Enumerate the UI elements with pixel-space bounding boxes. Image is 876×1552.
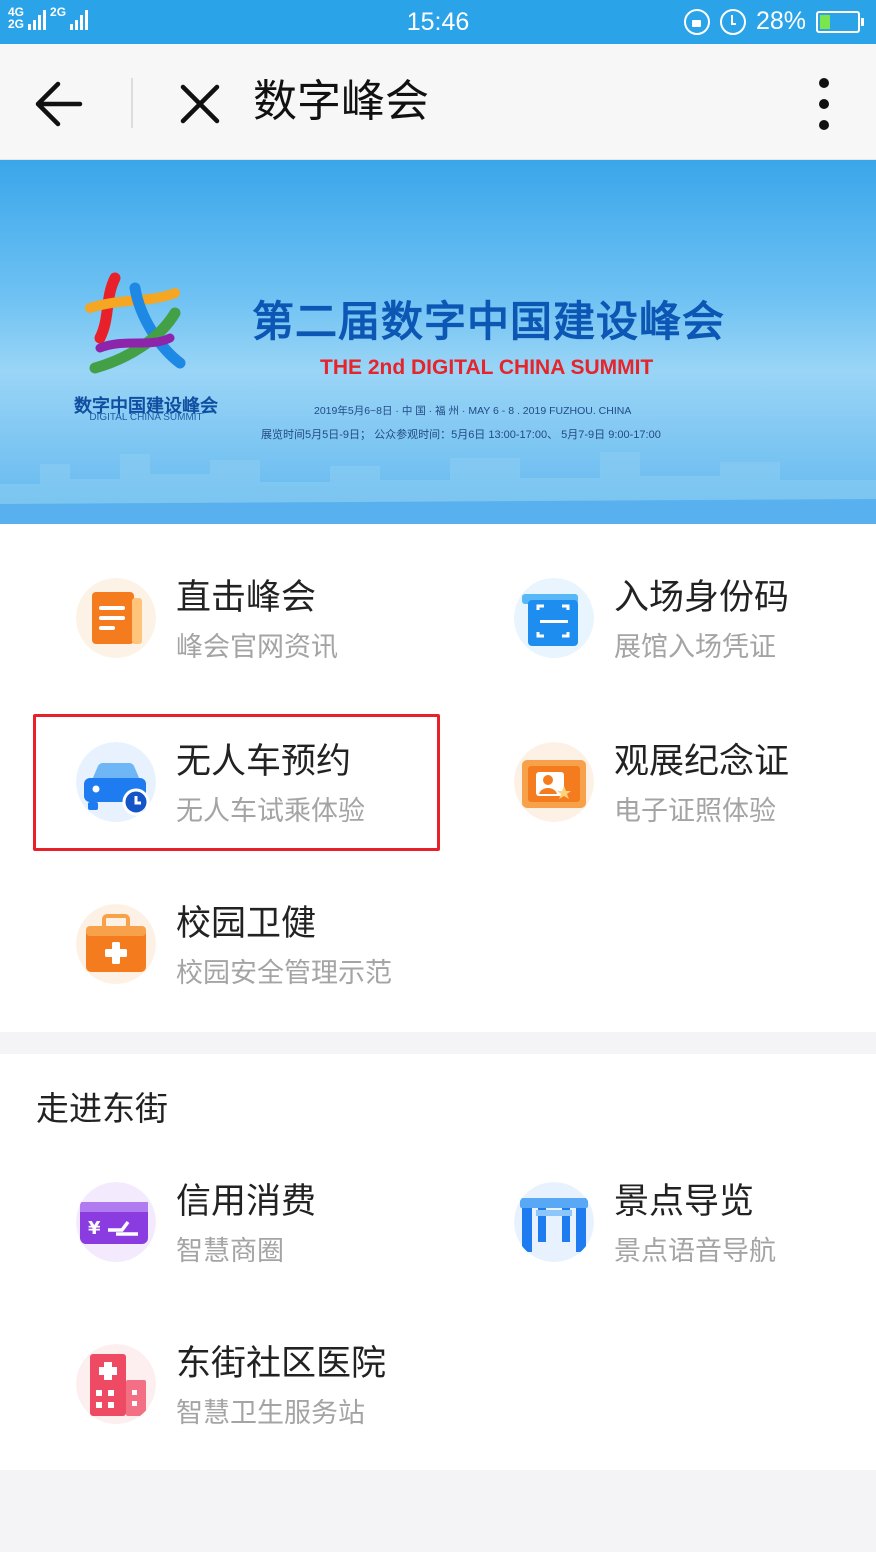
- more-dot: [819, 99, 829, 109]
- document-icon: [76, 578, 156, 658]
- service-title: 入场身份码: [614, 578, 790, 617]
- highlight-box: [33, 714, 440, 851]
- summit-logo-icon: [85, 272, 186, 374]
- service-title: 直击峰会: [176, 578, 317, 617]
- summit-banner[interactable]: 数字中国建设峰会 DIGITAL CHINA SUMMIT 第二届数字中国建设峰…: [0, 160, 876, 524]
- close-icon: [180, 84, 220, 124]
- battery-icon: [816, 10, 864, 33]
- banner-subtitle-en: THE 2nd DIGITAL CHINA SUMMIT: [320, 356, 654, 379]
- service-subtitle: 智慧商圈: [176, 1236, 284, 1266]
- banner-dates: 2019年5月6~8日 · 中 国 · 福 州 · MAY 6 - 8 . 20…: [314, 405, 632, 417]
- svg-text:¥: ¥: [88, 1218, 101, 1239]
- alarm-icon: [719, 8, 746, 35]
- service-subtitle: 峰会官网资讯: [176, 632, 338, 662]
- service-item-direct-summit[interactable]: 直击峰会 峰会官网资讯: [76, 564, 476, 674]
- rotation-lock-icon: [683, 8, 710, 35]
- service-item-community-hospital[interactable]: 东街社区医院 智慧卫生服务站: [76, 1330, 476, 1440]
- service-item-credit-consumption[interactable]: ¥ 信用消费 智慧商圈: [76, 1168, 476, 1278]
- certificate-icon: [514, 742, 594, 822]
- logo-subtext: DIGITAL CHINA SUMMIT: [89, 412, 203, 423]
- service-subtitle: 景点语音导航: [614, 1236, 776, 1266]
- service-title: 观展纪念证: [614, 742, 790, 781]
- section-title: 走进东街: [36, 1090, 168, 1127]
- back-button[interactable]: [28, 74, 88, 134]
- service-subtitle: 展馆入场凭证: [614, 632, 776, 662]
- service-item-scenic-guide[interactable]: 景点导览 景点语音导航: [514, 1168, 876, 1278]
- service-item-entry-code[interactable]: 入场身份码 展馆入场凭证: [514, 564, 876, 674]
- more-menu-button[interactable]: [812, 78, 836, 130]
- medical-kit-icon: [76, 904, 156, 984]
- banner-title: 第二届数字中国建设峰会: [252, 297, 726, 346]
- service-item-souvenir-certificate[interactable]: 观展纪念证 电子证照体验: [514, 728, 876, 838]
- hospital-icon: [76, 1344, 156, 1424]
- qr-scan-icon: [514, 578, 594, 658]
- service-item-campus-health[interactable]: 校园卫健 校园安全管理示范: [76, 890, 476, 1000]
- service-subtitle: 智慧卫生服务站: [176, 1398, 365, 1428]
- more-dot: [819, 120, 829, 130]
- service-title: 景点导览: [614, 1182, 755, 1221]
- arrow-left-icon: [35, 81, 83, 127]
- service-title: 东街社区医院: [176, 1344, 387, 1383]
- service-subtitle: 校园安全管理示范: [176, 958, 392, 988]
- gate-icon: [514, 1182, 594, 1262]
- status-bar: 4G 2G 2G 15:46 28%: [0, 0, 876, 44]
- navigation-bar: 数字峰会: [0, 44, 876, 160]
- service-title: 校园卫健: [176, 904, 317, 943]
- nav-divider: [131, 78, 133, 128]
- dongjie-section: 走进东街 ¥ 信用消费 智慧商圈 景点导览 景点语音导航 东街社区医院 智慧卫生…: [0, 1054, 876, 1470]
- credit-card-icon: ¥: [76, 1182, 156, 1262]
- service-subtitle: 电子证照体验: [614, 796, 776, 826]
- banner-hours: 展览时间5月5日-9日； 公众参观时间：5月6日 13:00-17:00、 5月…: [261, 429, 661, 441]
- close-button[interactable]: [170, 74, 230, 134]
- page-title: 数字峰会: [253, 77, 429, 126]
- service-title: 信用消费: [176, 1182, 317, 1221]
- more-dot: [819, 78, 829, 88]
- battery-percent: 28%: [755, 7, 806, 35]
